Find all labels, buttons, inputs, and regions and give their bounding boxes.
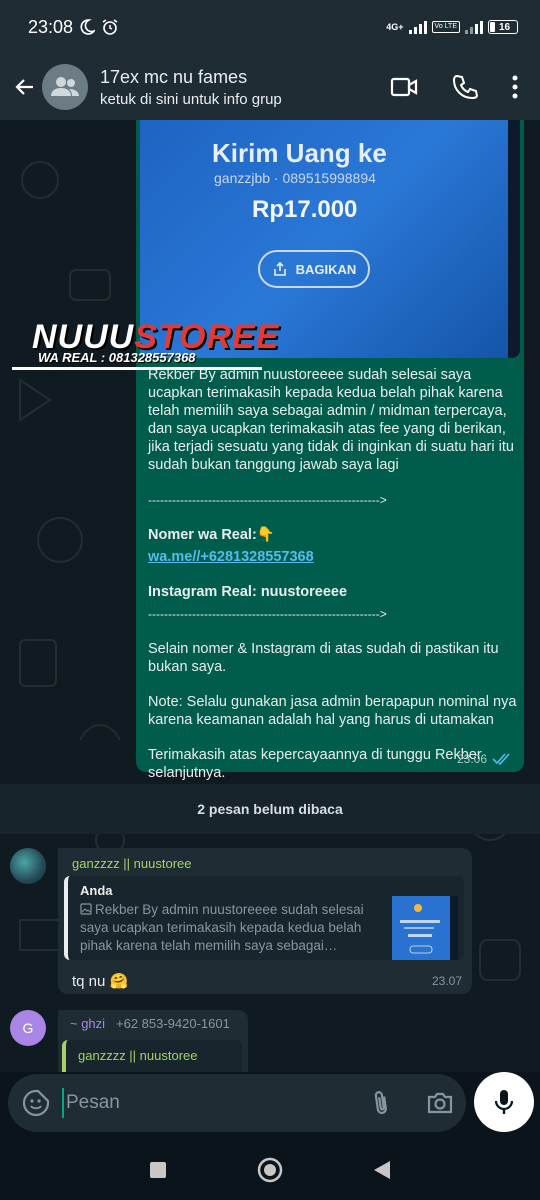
volte-badge: Vo LTE [431,21,460,33]
watermark-logo: NUUUSTOREE WA REAL : 081328557368 [12,320,278,370]
message-paragraph-2: Selain nomer & Instagram di atas sudah d… [148,641,499,675]
share-label: BAGIKAN [295,261,357,277]
instagram-label: Instagram Real: nuustoreeee [148,584,348,600]
microphone-icon [494,1090,514,1114]
voice-message-button[interactable] [474,1072,534,1132]
video-call-icon[interactable] [390,76,418,98]
back-button[interactable] [12,74,38,100]
signal-icon-2 [465,20,483,34]
sender-name-2[interactable]: ~ ghzi [70,1016,105,1031]
quote-text: Rekber By admin nuustoreeee sudah selesa… [80,902,364,953]
group-title: 17ex mc nu fames [100,66,248,87]
sender-avatar-2[interactable]: G [10,1010,46,1046]
quoted-message[interactable]: Anda Rekber By admin nuustoreeee sudah s… [64,876,464,960]
divider-2: ----------------------------------------… [148,607,387,621]
wa-link[interactable]: wa.me//+6281328557368 [148,548,518,566]
composer [0,1072,540,1136]
divider-1: ----------------------------------------… [148,493,387,507]
sender-name[interactable]: ganzzzz || nuustoree [72,856,192,871]
battery-icon: 16 [488,20,518,34]
alarm-icon [102,19,118,35]
message-input-box [8,1074,466,1132]
photo-recipient: ganzzjbb · 089515998894 [214,170,376,186]
received-message-text: tq nu 🤗 [72,973,129,990]
arrow-left-icon [15,79,33,95]
paperclip-icon[interactable] [368,1089,394,1117]
message-time: 23.06 [456,752,487,766]
quote-author-2: ganzzzz || nuustoree [78,1048,198,1063]
home-icon[interactable] [257,1157,283,1183]
message-paragraph-3: Note: Selalu gunakan jasa admin berapapu… [148,694,517,728]
camera-icon[interactable] [426,1089,454,1117]
group-subtitle: ketuk di sini untuk info grup [100,90,282,108]
signal-icon [408,20,427,34]
received-message-bubble[interactable]: ganzzzz || nuustoree Anda Rekber By admi… [58,848,472,994]
status-bar: 23:08 4G+ Vo LTE 16 [0,0,540,54]
sender-phone-2: +62 853-9420-1601 [116,1016,230,1031]
group-info[interactable]: 17ex mc nu fames ketuk di sini untuk inf… [100,67,390,108]
photo-title: Kirim Uang ke [212,138,387,168]
message-meta: 23.06 [457,752,512,766]
read-ticks-icon [492,753,510,765]
wa-label: Nomer wa Real:👇 [148,527,275,543]
chat-header: 17ex mc nu fames ketuk di sini untuk inf… [0,54,540,120]
quote-thumbnail [392,896,458,960]
quote-author: Anda [80,883,113,898]
sent-message-bubble[interactable]: Kirim Uang ke ganzzjbb · 089515998894 Rp… [136,120,524,781]
battery-level: 16 [499,21,511,33]
phone-call-icon[interactable] [452,74,478,100]
back-nav-icon[interactable] [373,1160,391,1180]
chat-area[interactable]: Kirim Uang ke ganzzjbb · 089515998894 Rp… [0,120,540,1072]
message-input[interactable] [62,1088,342,1118]
sticker-icon[interactable] [22,1089,50,1117]
received-message-time: 23.07 [431,974,462,988]
group-avatar[interactable] [42,64,88,110]
status-time: 23:08 [28,16,74,37]
unread-banner: 2 pesan belum dibaca [0,784,540,834]
message-paragraph-1: Rekber By admin nuustoreeee sudah selesa… [148,367,514,473]
quoted-message-2[interactable]: ganzzzz || nuustoree [62,1040,242,1072]
recents-icon[interactable] [149,1161,167,1179]
photo-share-button: BAGIKAN [258,250,370,288]
image-icon [80,903,92,915]
group-icon [51,77,79,96]
sent-message-text: Rekber By admin nuustoreeee sudah selesa… [148,366,518,799]
moon-icon [80,19,96,35]
network-type: 4G+ [386,22,404,32]
received-message-bubble-2[interactable]: ~ ghzi +62 853-9420-1601 ganzzzz || nuus… [58,1010,248,1072]
share-icon [273,261,286,276]
more-menu-icon[interactable] [512,75,518,99]
photo-amount: Rp17.000 [252,196,358,223]
system-nav-bar [0,1140,540,1200]
sender-avatar[interactable] [10,848,46,884]
